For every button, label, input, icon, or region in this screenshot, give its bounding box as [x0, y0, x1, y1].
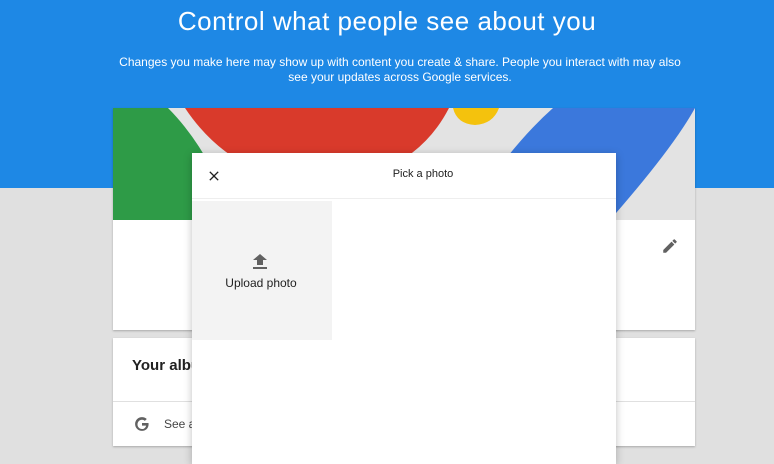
dialog-title: Pick a photo: [392, 168, 454, 180]
albums-title: Your albu: [132, 357, 201, 374]
see-albums-link[interactable]: See a: [164, 417, 195, 431]
upload-photo-label: Upload photo: [225, 276, 297, 290]
dialog-header: Pick a photo: [192, 153, 616, 199]
pencil-icon[interactable]: [661, 237, 679, 255]
pick-photo-dialog: Pick a photo Upload photo: [192, 153, 616, 464]
page-title: Control what people see about you: [177, 6, 597, 36]
upload-icon: [253, 254, 267, 269]
google-g-icon: [135, 417, 149, 431]
page-subtitle: Changes you make here may show up with c…: [119, 55, 681, 84]
upload-photo-button[interactable]: Upload photo: [192, 201, 332, 340]
